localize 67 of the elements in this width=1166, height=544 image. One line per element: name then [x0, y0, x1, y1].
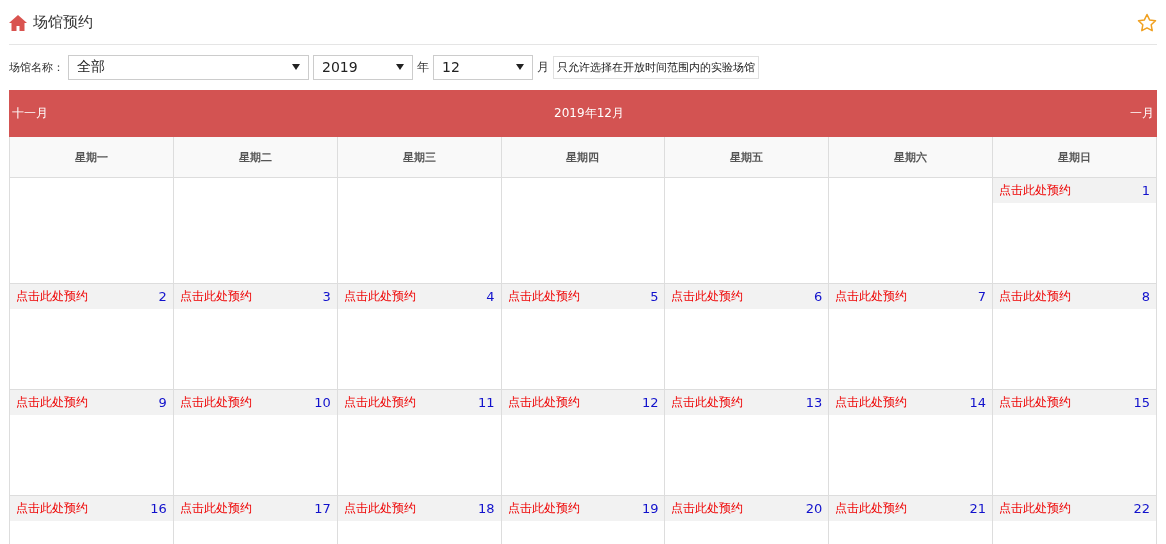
- venue-label: 场馆名称：: [9, 59, 64, 75]
- day-number: 1: [1141, 183, 1150, 198]
- star-icon[interactable]: [1137, 12, 1157, 33]
- book-link[interactable]: 点击此处预约: [507, 288, 580, 305]
- book-link[interactable]: 点击此处预约: [835, 288, 908, 305]
- book-link[interactable]: 点击此处预约: [671, 288, 744, 305]
- day-number: 16: [150, 501, 167, 516]
- day-number: 12: [641, 395, 659, 410]
- day-number: 2: [158, 289, 167, 304]
- book-link[interactable]: 点击此处预约: [835, 500, 908, 517]
- book-link[interactable]: 点击此处预约: [999, 182, 1072, 199]
- weekday-header: 星期四: [501, 137, 666, 178]
- book-link[interactable]: 点击此处预约: [16, 288, 88, 305]
- venue-select[interactable]: 全部: [68, 54, 309, 80]
- day-number: 8: [1141, 289, 1150, 304]
- book-link[interactable]: 点击此处预约: [999, 500, 1072, 517]
- book-link[interactable]: 点击此处预约: [835, 394, 908, 411]
- day-number: 11: [478, 395, 495, 410]
- book-link[interactable]: 点击此处预约: [179, 394, 252, 411]
- day-number: 4: [486, 289, 495, 304]
- day-number: 6: [814, 289, 823, 304]
- weekday-header: 星期二: [173, 137, 338, 178]
- caret-icon: [396, 64, 404, 70]
- day-number: 13: [805, 395, 823, 410]
- day-number: 5: [650, 289, 659, 304]
- month-select[interactable]: 12: [433, 54, 533, 80]
- caret-icon: [516, 64, 524, 70]
- book-link[interactable]: 点击此处预约: [343, 500, 416, 517]
- month-unit-label: 月: [537, 58, 549, 76]
- book-link[interactable]: 点击此处预约: [507, 500, 580, 517]
- book-link[interactable]: 点击此处预约: [179, 288, 252, 305]
- weekday-header: 星期六: [829, 137, 994, 178]
- book-link[interactable]: 点击此处预约: [343, 394, 416, 411]
- day-number: 3: [322, 289, 331, 304]
- weekday-header: 星期一: [10, 137, 174, 178]
- book-link[interactable]: 点击此处预约: [16, 394, 88, 411]
- year-unit-label: 年: [417, 58, 429, 76]
- day-number: 17: [314, 501, 331, 516]
- day-number: 15: [1133, 395, 1150, 410]
- day-number: 19: [641, 501, 659, 516]
- book-link[interactable]: 点击此处预约: [343, 288, 416, 305]
- day-number: 18: [478, 501, 495, 516]
- book-link[interactable]: 点击此处预约: [671, 394, 744, 411]
- next-month-link[interactable]: 一月: [1130, 105, 1154, 122]
- book-link[interactable]: 点击此处预约: [507, 394, 580, 411]
- book-link[interactable]: 点击此处预约: [999, 288, 1072, 305]
- home-icon: [9, 14, 27, 31]
- book-link[interactable]: 点击此处预约: [16, 500, 88, 517]
- day-number: 22: [1133, 501, 1150, 516]
- open-venues-button[interactable]: 只允许选择在开放时间范围内的实验场馆: [553, 55, 759, 79]
- day-number: 9: [158, 395, 167, 410]
- prev-month-link[interactable]: 十一月: [12, 105, 48, 122]
- day-number: 20: [805, 501, 823, 516]
- calendar-title: 2019年12月: [554, 105, 624, 122]
- page-title: 场馆预约: [33, 13, 93, 32]
- book-link[interactable]: 点击此处预约: [999, 394, 1072, 411]
- caret-icon: [292, 64, 300, 70]
- day-number: 7: [977, 289, 987, 304]
- day-number: 14: [969, 395, 987, 410]
- year-select[interactable]: 2019: [313, 54, 413, 80]
- book-link[interactable]: 点击此处预约: [179, 500, 252, 517]
- day-number: 10: [314, 395, 331, 410]
- weekday-header: 星期三: [337, 137, 502, 178]
- weekday-header: 星期日: [993, 137, 1157, 178]
- book-link[interactable]: 点击此处预约: [671, 500, 744, 517]
- day-number: 21: [969, 501, 987, 516]
- weekday-header: 星期五: [665, 137, 830, 178]
